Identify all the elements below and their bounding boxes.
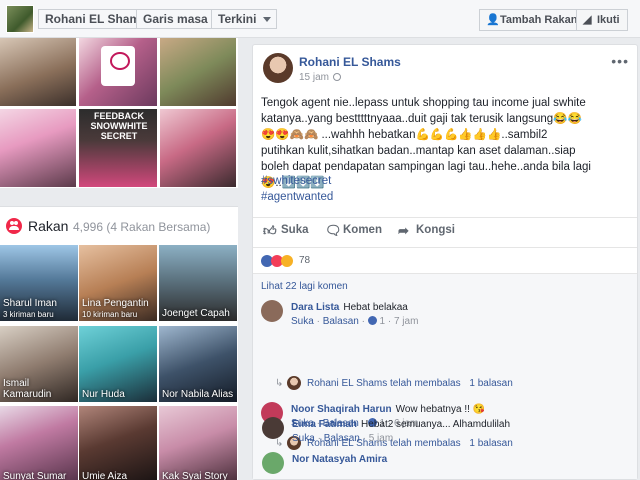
photo-thumbnail[interactable] <box>0 109 76 187</box>
post-actions-bar: 👍︎ Suka 🗨︎ Komen ➦ Kongsi <box>253 217 637 247</box>
reply-count: 1 balasan <box>469 438 513 449</box>
post-options-icon[interactable]: ••• <box>611 53 629 69</box>
like-button[interactable]: 👍︎ Suka <box>263 223 309 238</box>
friend-name: Sharul Iman <box>3 298 57 309</box>
photo-thumbnail[interactable] <box>160 38 236 106</box>
friend-tile[interactable]: Ismail Kamarudin <box>0 326 78 402</box>
post-author[interactable]: Rohani EL Shams <box>299 55 401 69</box>
brand-logo-icon <box>101 46 135 86</box>
commenter-name[interactable]: Dara Lista Hebat belakaa <box>291 302 408 313</box>
like-label: Suka <box>281 224 309 236</box>
globe-icon <box>333 73 342 81</box>
commenter-name-text: Nor Natasyah Amira <box>292 454 388 465</box>
comment-reply-link[interactable]: Balasan <box>324 433 360 444</box>
friend-tile[interactable]: Sharul Iman 3 kiriman baru <box>0 245 78 321</box>
thumbs-up-icon: 👍︎ <box>263 223 277 238</box>
comment-button[interactable]: 🗨︎ Komen <box>325 223 382 238</box>
comment-like-count: 1 <box>379 316 386 327</box>
comment-text: Hebat belakaa <box>343 302 408 313</box>
commenter-name[interactable]: Noor Shaqirah Harun Wow hebatnya !! 😘 <box>291 404 485 415</box>
rss-icon: ◢ <box>583 14 592 26</box>
commenter-name[interactable]: Eima Fatimah Hebat2 semuanya... Alhamduli… <box>292 419 510 430</box>
add-friend-button[interactable]: 👤 Tambah Rakan <box>479 9 586 31</box>
friend-new-posts: 3 kiriman baru <box>3 310 54 319</box>
reply-arrow-icon: ↳ <box>275 438 284 449</box>
follow-button[interactable]: ◢ Ikuti <box>576 9 628 31</box>
comment-text: Hebat2 semuanya... Alhamdulilah <box>361 419 511 430</box>
post-time-text: 15 jam <box>299 72 330 83</box>
friend-name: Sunyat Sumar <box>3 471 67 480</box>
reply-arrow-icon: ↳ <box>275 378 284 389</box>
friend-name: Kak Syai Story <box>162 471 228 480</box>
friend-tile[interactable]: Sunyat Sumar <box>0 406 78 480</box>
friends-icon <box>6 218 22 234</box>
latest-dropdown[interactable]: Terkini <box>211 9 278 29</box>
profile-avatar[interactable] <box>6 5 34 33</box>
friend-name: Nur Huda <box>82 389 125 400</box>
friends-title[interactable]: Rakan <box>28 218 68 234</box>
photo-thumbnail[interactable] <box>79 38 157 106</box>
commenter-name-text: Noor Shaqirah Harun <box>291 404 392 415</box>
comment-meta: Suka · Balasan · 5 jam <box>292 433 394 444</box>
photo-thumbnail[interactable]: FEEDBACK SNOWWHITE SECRET <box>79 109 157 187</box>
commenter-avatar[interactable] <box>262 417 284 439</box>
share-button[interactable]: ➦ Kongsi <box>398 223 455 238</box>
reply-summary-text: Rohani EL Shams telah membalas <box>307 378 461 389</box>
chevron-down-icon <box>263 17 272 22</box>
friend-name: Lina Pengantin <box>82 298 149 309</box>
follow-label: Ikuti <box>597 14 620 26</box>
replier-avatar <box>287 376 301 390</box>
photos-grid: FEEDBACK SNOWWHITE SECRET <box>0 38 238 188</box>
comment-reply-link[interactable]: Balasan <box>323 316 359 327</box>
add-friend-icon: 👤 <box>486 14 500 26</box>
timeline-label: Garis masa <box>143 12 208 26</box>
comments-section: Lihat 22 lagi komen Dara Lista Hebat bela… <box>253 273 637 479</box>
photo-thumbnail[interactable] <box>0 38 76 106</box>
post-time[interactable]: 15 jam <box>299 72 342 83</box>
commenter-avatar[interactable] <box>261 300 283 322</box>
commenter-name-text: Eima Fatimah <box>292 419 358 430</box>
friend-new-posts: 10 kiriman baru <box>82 310 138 319</box>
latest-label: Terkini <box>218 12 257 26</box>
comment-text: Wow hebatnya !! 😘 <box>395 404 486 415</box>
friend-name: Umie Aiza <box>82 471 128 480</box>
commenter-name[interactable]: Nor Natasyah Amira <box>292 454 387 465</box>
friends-count: 4,996 (4 Rakan Bersama) <box>73 220 211 234</box>
hashtag-link[interactable]: #agentwanted <box>261 191 333 203</box>
add-friend-label: Tambah Rakan <box>500 14 578 26</box>
friend-tile[interactable]: Joenget Capah <box>159 245 237 321</box>
like-badge-icon <box>367 316 377 325</box>
post-card: Rohani EL Shams 15 jam ••• Tengok agent … <box>252 44 638 480</box>
comment-like-link[interactable]: Suka <box>291 316 314 327</box>
view-more-comments-link[interactable]: Lihat 22 lagi komen <box>261 281 348 292</box>
profile-top-bar: Rohani EL Shams Garis masa Terkini 👤 Tam… <box>0 0 640 38</box>
reactions-bar[interactable]: 78 <box>253 247 637 273</box>
comment-icon: 🗨︎ <box>325 223 342 238</box>
friend-tile[interactable]: Umie Aiza <box>79 406 157 480</box>
comment-time[interactable]: 7 jam <box>394 316 418 327</box>
share-label: Kongsi <box>416 224 455 236</box>
reaction-count: 78 <box>299 255 311 266</box>
comment-label: Komen <box>343 224 382 236</box>
photo-caption: FEEDBACK SNOWWHITE SECRET <box>90 111 148 141</box>
wow-reaction-icon <box>281 255 293 267</box>
comment-time[interactable]: 5 jam <box>369 433 393 444</box>
friend-name: Joenget Capah <box>162 308 230 319</box>
friend-tile[interactable]: Kak Syai Story <box>159 406 237 480</box>
friend-tile[interactable]: Nur Huda <box>79 326 157 402</box>
reply-summary[interactable]: ↳ Rohani EL Shams telah membalas 1 balas… <box>275 376 513 390</box>
comment-like-link[interactable]: Suka <box>292 433 315 444</box>
friend-tile[interactable]: Lina Pengantin 10 kiriman baru <box>79 245 157 321</box>
friend-name: Nor Nabila Alias <box>162 389 234 400</box>
commenter-name-text: Dara Lista <box>291 302 340 313</box>
share-icon: ➦ <box>398 223 409 238</box>
friend-name: Ismail Kamarudin <box>3 378 52 400</box>
reply-count: 1 balasan <box>469 378 513 389</box>
photo-thumbnail[interactable] <box>160 109 236 187</box>
comment-meta: Suka · Balasan · 1 · 7 jam <box>291 316 419 327</box>
commenter-avatar[interactable] <box>262 452 284 474</box>
author-avatar[interactable] <box>263 53 293 83</box>
hashtag-link[interactable]: #swhitesecret <box>261 175 331 187</box>
friend-tile[interactable]: Nor Nabila Alias <box>159 326 237 402</box>
